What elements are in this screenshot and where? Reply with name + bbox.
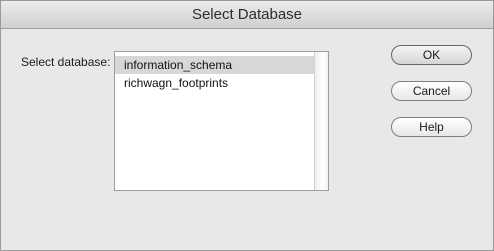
help-button[interactable]: Help — [391, 117, 472, 137]
database-listbox[interactable]: information_schema richwagn_footprints — [114, 51, 329, 191]
cancel-button[interactable]: Cancel — [391, 81, 472, 101]
ok-button[interactable]: OK — [391, 45, 472, 65]
select-database-label: Select database: — [21, 55, 111, 69]
list-item-information-schema[interactable]: information_schema — [115, 56, 314, 74]
listbox-scrollbar[interactable] — [314, 52, 328, 190]
window-title: Select Database — [1, 1, 493, 29]
list-item-richwagn-footprints[interactable]: richwagn_footprints — [115, 74, 314, 92]
select-database-dialog: Select Database Select database: informa… — [0, 0, 494, 251]
